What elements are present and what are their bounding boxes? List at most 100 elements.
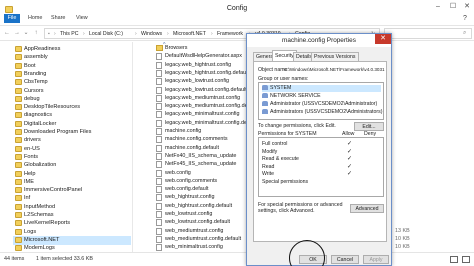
file-name: web_lowtrust.config.default (165, 219, 231, 226)
forward-icon[interactable]: → (13, 29, 21, 38)
up-icon[interactable]: ↑ (32, 29, 40, 38)
list-item[interactable]: Administrator (USSVCSDEMO2\Administrator… (262, 101, 377, 108)
file-icon (156, 227, 162, 235)
file-name: NetFx45_IIS_schema_update (165, 161, 237, 168)
list-item[interactable]: SYSTEM (262, 85, 381, 92)
navigation-pane[interactable]: AppReadiness assembly Boot Branding CbsTemp C… (0, 42, 132, 252)
users-icon (262, 85, 268, 91)
file-name: Browsers (165, 45, 188, 51)
window-title: Config (226, 5, 248, 12)
file-name: legacy.web_minimaltrust.config (165, 111, 240, 118)
folder-icon (15, 153, 22, 160)
file-icon (156, 169, 162, 177)
list-item[interactable]: NETWORK SERVICE (262, 93, 321, 100)
breadcrumb-separator-icon: › (54, 31, 56, 37)
file-name: machine.config.comments (165, 136, 228, 143)
file-icon (156, 61, 162, 69)
allow-check-icon: ✓ (347, 141, 353, 147)
nav-item-label: Help (24, 170, 36, 177)
nav-item-label: Globalization (24, 162, 57, 169)
breadcrumb-framework[interactable]: Framework (217, 31, 243, 37)
folder-icon (15, 170, 22, 177)
nav-item-label: assembly (24, 54, 48, 61)
nav-item-label: DigitalLocker (24, 120, 57, 127)
breadcrumb-this-pc[interactable]: This PC (60, 31, 78, 37)
file-name: web_lowtrust.config (165, 211, 213, 217)
breadcrumb-microsoft-net[interactable]: Microsoft.NET (173, 31, 206, 37)
advanced-button[interactable]: Advanced (350, 204, 384, 213)
item-count: 44 items (4, 256, 25, 262)
minimize-button[interactable]: – (431, 2, 445, 12)
file-icon (156, 111, 162, 119)
permissions-list: Full control ✓ Modify ✓ Read & execute ✓ Read ✓… (258, 137, 384, 197)
recent-chevron-icon[interactable]: ⌄ (22, 29, 30, 38)
status-bar: 44 items 1 item selected 33.6 KB (0, 252, 474, 266)
apply-button[interactable]: Apply (363, 255, 389, 264)
folder-icon (15, 87, 22, 94)
folder-icon (15, 220, 22, 227)
tab-home[interactable]: Home (28, 15, 42, 21)
nav-item-label: InputMethod (24, 203, 56, 210)
file-name: web.config.comments (165, 177, 218, 184)
nav-item[interactable]: ImmersiveControlPanel (15, 186, 82, 195)
file-name: legacy.web_lowtrust.config (165, 78, 230, 85)
folder-icon (15, 187, 22, 194)
tab-file[interactable]: File (4, 14, 20, 23)
close-button[interactable]: ✕ (460, 2, 474, 12)
file-icon (156, 69, 162, 77)
nav-item-label: drivers (24, 137, 41, 144)
list-item[interactable]: Administrators (USSVCSDEMO2\Administrato… (262, 109, 382, 116)
dialog-title: machine.config Properties (282, 37, 356, 44)
folder-icon (15, 62, 22, 69)
file-size: 10 KB (395, 244, 410, 251)
permission-label: Modify (262, 148, 278, 155)
folder-icon (15, 79, 22, 86)
folder-icon (15, 112, 22, 119)
details-view-icon[interactable] (450, 256, 458, 263)
breadcrumb-local-disk[interactable]: Local Disk (C:) (89, 31, 123, 37)
nav-item-label: Branding (24, 70, 47, 77)
file-icon (156, 86, 162, 94)
advanced-text: For special permissions or advanced sett… (258, 202, 343, 214)
nav-item-label: DesktopTileResources (24, 104, 81, 111)
file-icon (156, 161, 162, 169)
folder-icon (15, 236, 22, 243)
tab-previous-versions[interactable]: Previous Versions (311, 52, 359, 61)
nav-item-label: en-US (24, 145, 40, 152)
file-list-item[interactable]: web_minimaltrust.config (156, 243, 223, 252)
dialog-close-button[interactable]: ✕ (375, 34, 391, 44)
tab-share[interactable]: Share (51, 15, 65, 21)
allow-check-icon: ✓ (347, 171, 353, 177)
folder-icon (15, 120, 22, 127)
permission-label: Read (262, 163, 275, 170)
help-icon[interactable]: ? (458, 14, 472, 24)
allow-check-icon: ✓ (347, 156, 353, 162)
allow-check-icon: ✓ (347, 163, 353, 170)
tab-view[interactable]: View (76, 15, 88, 21)
user-icon (262, 101, 268, 107)
group-list[interactable]: SYSTEM NETWORK SERVICE Administrator (US… (258, 82, 384, 120)
file-name: web_mediumtrust.config (165, 227, 224, 234)
folder-icon (15, 212, 22, 218)
nav-item-label: LiveKernelReports (24, 220, 71, 227)
large-icons-view-icon[interactable] (462, 256, 470, 263)
maximize-button[interactable]: ☐ (446, 2, 460, 12)
cancel-button[interactable]: Cancel (331, 255, 359, 264)
file-name: machine.config (165, 128, 202, 134)
selection-info: 1 item selected 33.6 KB (36, 256, 93, 262)
folder-icon (15, 46, 22, 52)
file-name: legacy.web_hightrust.config (165, 61, 232, 68)
back-icon[interactable]: ← (3, 29, 11, 38)
search-input[interactable]: ⌕ (384, 28, 472, 39)
file-icon (156, 186, 162, 194)
properties-dialog: machine.config Properties ✕ General Secu… (246, 33, 392, 266)
file-name: DefaultWsdlHelpGenerator.aspx (165, 53, 243, 60)
title-bar: Config – ☐ ✕ File Home Share View ? (0, 0, 474, 26)
nav-item-label: Fonts (24, 153, 38, 160)
folder-icon (156, 45, 163, 51)
security-panel: Object name: C:\Windows\Microsoft.NET\Fr… (253, 61, 387, 242)
allow-check-icon: ✓ (347, 148, 353, 155)
file-icon (156, 152, 162, 160)
breadcrumb-windows[interactable]: Windows (141, 31, 162, 37)
edit-button[interactable]: Edit... (354, 122, 384, 131)
